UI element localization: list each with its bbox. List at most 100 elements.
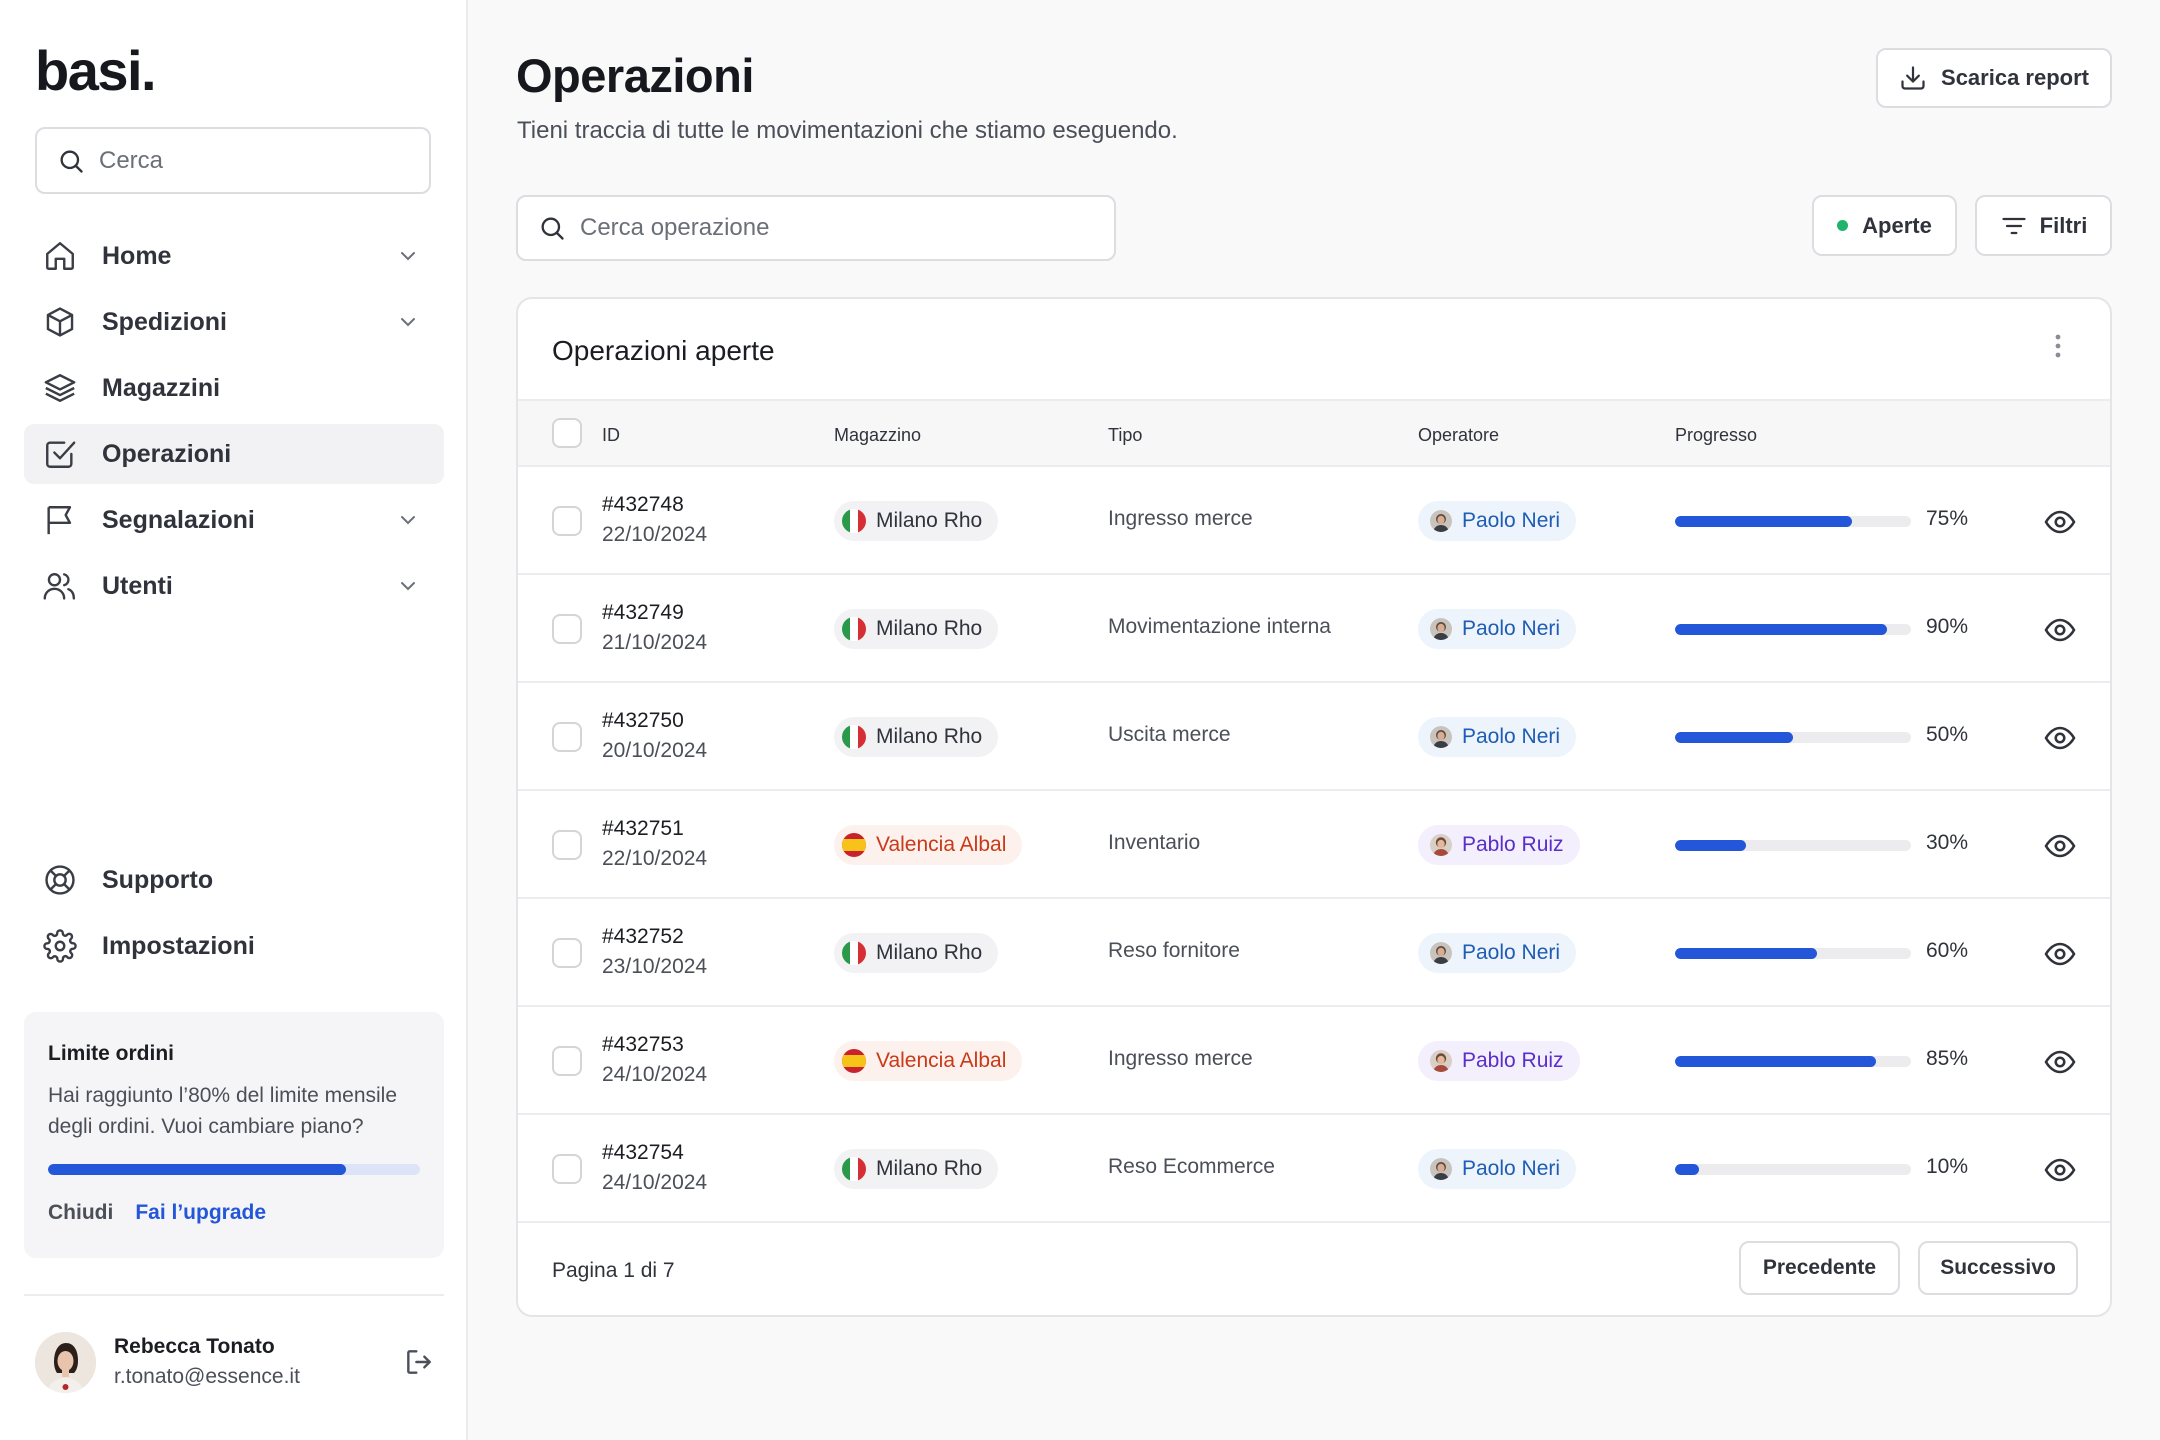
next-page-button[interactable]: Successivo	[1918, 1241, 2078, 1295]
row-checkbox[interactable]	[552, 1154, 582, 1184]
column-header-id[interactable]: ID	[602, 425, 620, 446]
table-footer: Pagina 1 di 7 Precedente Successivo	[518, 1223, 2110, 1315]
secondary-nav: Supporto Impostazioni	[24, 850, 444, 982]
progress-bar	[1675, 1164, 1911, 1175]
download-report-button[interactable]: Scarica report	[1876, 48, 2112, 108]
operator-avatar	[1430, 618, 1452, 640]
user-name: Rebecca Tonato	[114, 1335, 275, 1358]
column-header-progresso[interactable]: Progresso	[1675, 425, 1757, 446]
sidebar-item-segnalazioni[interactable]: Segnalazioni	[24, 490, 444, 550]
sidebar-item-impostazioni[interactable]: Impostazioni	[24, 916, 444, 976]
table-row[interactable]: #432752 23/10/2024 Milano Rho Reso fornitor…	[518, 899, 2110, 1007]
chevron-down-icon[interactable]	[396, 244, 420, 268]
sidebar-item-supporto[interactable]: Supporto	[24, 850, 444, 910]
chevron-down-icon[interactable]	[396, 574, 420, 598]
sidebar-search-input[interactable]: Cerca	[35, 127, 431, 194]
select-all-checkbox[interactable]	[552, 418, 582, 448]
chevron-down-icon[interactable]	[396, 508, 420, 532]
operator-avatar	[1430, 834, 1452, 856]
column-header-operatore[interactable]: Operatore	[1418, 425, 1499, 446]
eye-icon[interactable]	[2044, 1046, 2076, 1078]
sidebar-item-label: Impostazioni	[102, 931, 255, 960]
eye-icon[interactable]	[2044, 506, 2076, 538]
operation-id[interactable]: #432750	[602, 709, 684, 733]
more-vertical-icon[interactable]	[2046, 331, 2070, 361]
progress-percent: 75%	[1926, 507, 1969, 530]
progress-percent: 85%	[1926, 1047, 1969, 1070]
upgrade-link[interactable]: Fai l’upgrade	[135, 1201, 266, 1225]
eye-icon[interactable]	[2044, 830, 2076, 862]
operator-name: Pablo Ruiz	[1462, 833, 1564, 856]
table-row[interactable]: #432749 21/10/2024 Milano Rho Movimentazion…	[518, 575, 2110, 683]
table-row[interactable]: #432748 22/10/2024 Milano Rho Ingresso merc…	[518, 467, 2110, 575]
row-checkbox[interactable]	[552, 722, 582, 752]
operation-search-input[interactable]: Cerca operazione	[516, 195, 1116, 261]
logout-icon[interactable]	[403, 1346, 435, 1378]
sidebar: basi. Cerca Home Spedizioni Magazzini Op…	[0, 0, 468, 1440]
warehouse-name: Milano Rho	[876, 1157, 983, 1180]
operation-id[interactable]: #432753	[602, 1033, 684, 1057]
status-filter-button[interactable]: Aperte	[1812, 195, 1957, 256]
progress-bar	[1675, 516, 1911, 527]
sidebar-item-utenti[interactable]: Utenti	[24, 556, 444, 616]
eye-icon[interactable]	[2044, 1154, 2076, 1186]
row-checkbox[interactable]	[552, 506, 582, 536]
operator-avatar	[1430, 510, 1452, 532]
operator-badge[interactable]: Paolo Neri	[1418, 717, 1577, 757]
table-header: ID Magazzino Tipo Operatore Progresso	[518, 401, 2110, 467]
warehouse-badge: Milano Rho	[834, 717, 999, 757]
progress-bar	[1675, 732, 1911, 743]
brand-logo[interactable]: basi.	[35, 38, 157, 103]
operation-id[interactable]: #432749	[602, 601, 684, 625]
table-row[interactable]: #432754 24/10/2024 Milano Rho Reso Ecommerc…	[518, 1115, 2110, 1223]
sidebar-item-spedizioni[interactable]: Spedizioni	[24, 292, 444, 352]
table-row[interactable]: #432753 24/10/2024 Valencia Albal Ingresso …	[518, 1007, 2110, 1115]
warehouse-name: Milano Rho	[876, 509, 983, 532]
row-checkbox[interactable]	[552, 938, 582, 968]
sidebar-item-operazioni[interactable]: Operazioni	[24, 424, 444, 484]
row-checkbox[interactable]	[552, 1046, 582, 1076]
column-header-magazzino[interactable]: Magazzino	[834, 425, 921, 446]
progress-bar	[1675, 948, 1911, 959]
operation-id[interactable]: #432751	[602, 817, 684, 841]
operation-date: 23/10/2024	[602, 955, 708, 978]
operator-badge[interactable]: Paolo Neri	[1418, 501, 1577, 541]
table-row[interactable]: #432750 20/10/2024 Milano Rho Uscita merce P…	[518, 683, 2110, 791]
page-subtitle: Tieni traccia di tutte le movimentazioni…	[517, 117, 1178, 144]
eye-icon[interactable]	[2044, 614, 2076, 646]
divider	[24, 1294, 444, 1296]
warehouse-name: Valencia Albal	[876, 833, 1007, 856]
operator-badge[interactable]: Paolo Neri	[1418, 1149, 1577, 1189]
close-upgrade-button[interactable]: Chiudi	[48, 1201, 113, 1225]
table-row[interactable]: #432751 22/10/2024 Valencia Albal Inventari…	[518, 791, 2110, 899]
avatar[interactable]	[35, 1331, 96, 1393]
status-dot-icon	[1837, 220, 1849, 231]
warehouse-name: Milano Rho	[876, 617, 983, 640]
status-filter-label: Aperte	[1862, 212, 1932, 238]
operation-id[interactable]: #432752	[602, 925, 684, 949]
pagination-label: Pagina 1 di 7	[552, 1259, 675, 1282]
eye-icon[interactable]	[2044, 722, 2076, 754]
row-checkbox[interactable]	[552, 830, 582, 860]
warehouse-name: Milano Rho	[876, 941, 983, 964]
progress-fill	[1675, 624, 1888, 635]
eye-icon[interactable]	[2044, 938, 2076, 970]
operation-id[interactable]: #432754	[602, 1141, 684, 1165]
previous-page-button[interactable]: Precedente	[1739, 1241, 1900, 1295]
progress-bar	[1675, 1056, 1911, 1067]
gear-icon	[42, 928, 78, 964]
operator-badge[interactable]: Paolo Neri	[1418, 609, 1577, 649]
warehouse-badge: Milano Rho	[834, 609, 999, 649]
filters-button[interactable]: Filtri	[1975, 195, 2112, 256]
sidebar-item-home[interactable]: Home	[24, 226, 444, 286]
row-checkbox[interactable]	[552, 614, 582, 644]
box-icon	[42, 304, 78, 340]
chevron-down-icon[interactable]	[396, 310, 420, 334]
sidebar-item-magazzini[interactable]: Magazzini	[24, 358, 444, 418]
column-header-tipo[interactable]: Tipo	[1108, 425, 1142, 446]
operator-badge[interactable]: Paolo Neri	[1418, 933, 1577, 973]
operator-badge[interactable]: Pablo Ruiz	[1418, 825, 1580, 865]
operator-badge[interactable]: Pablo Ruiz	[1418, 1041, 1580, 1081]
user-profile[interactable]: Rebecca Tonato r.tonato@essence.it	[35, 1330, 435, 1394]
operation-id[interactable]: #432748	[602, 493, 684, 517]
